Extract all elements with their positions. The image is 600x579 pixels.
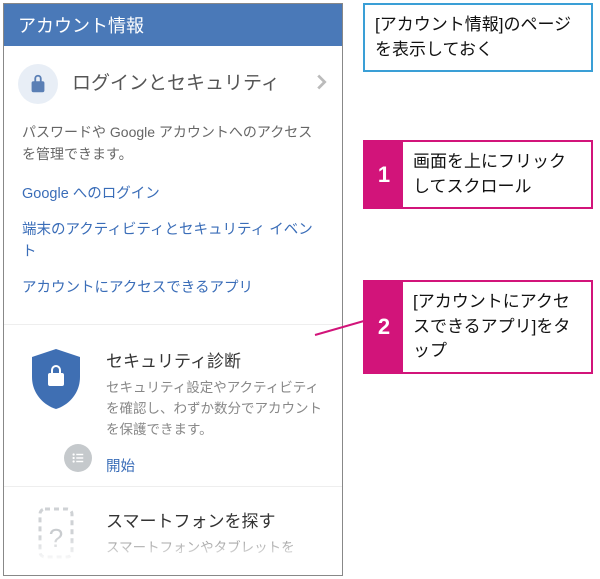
link-device-activity[interactable]: 端末のアクティビティとセキュリティ イベント bbox=[22, 213, 324, 271]
page-content: ログインとセキュリティ パスワードや Google アカウントへのアクセスを管理… bbox=[4, 46, 342, 573]
login-security-title: ログインとセキュリティ bbox=[58, 71, 310, 97]
lock-icon bbox=[18, 64, 58, 104]
shield-lock-icon bbox=[28, 347, 84, 416]
phone-screen: アカウント情報 ログインとセキュリティ パスワードや Google アカウントへ… bbox=[3, 3, 343, 576]
note-step-1: 1 画面を上にフリックしてスクロール bbox=[363, 140, 593, 209]
link-google-login[interactable]: Google へのログイン bbox=[22, 177, 324, 213]
page-title: アカウント情報 bbox=[18, 12, 144, 38]
security-checkup-body: セキュリティ設定やアクティビティを確認し、わずか数分でアカウントを保護できます。 bbox=[106, 378, 328, 441]
link-apps-access[interactable]: アカウントにアクセスできるアプリ bbox=[22, 271, 324, 307]
note-step-1-text: 画面を上にフリックしてスクロール bbox=[403, 142, 591, 207]
login-security-desc: パスワードや Google アカウントへのアクセスを管理できます。 bbox=[4, 112, 342, 171]
security-checkup-title: セキュリティ診断 bbox=[106, 347, 328, 372]
login-security-row[interactable]: ログインとセキュリティ bbox=[4, 46, 342, 112]
chevron-right-icon bbox=[310, 71, 332, 98]
find-phone-title: スマートフォンを探す bbox=[106, 507, 328, 532]
note-prerequisite: [アカウント情報]のページを表示しておく bbox=[363, 3, 593, 72]
note-step-1-number: 1 bbox=[365, 142, 403, 207]
list-icon bbox=[64, 444, 92, 472]
note-prerequisite-text: [アカウント情報]のページを表示しておく bbox=[365, 5, 591, 70]
find-phone-card: ? スマートフォンを探す スマートフォンやタブレットを bbox=[4, 486, 342, 573]
note-step-2-number: 2 bbox=[365, 282, 403, 372]
note-step-2: 2 [アカウントにアクセスできるアプリ]をタップ bbox=[363, 280, 593, 374]
find-phone-body: スマートフォンやタブレットを bbox=[106, 538, 328, 559]
page-header: アカウント情報 bbox=[4, 4, 342, 46]
login-security-links: Google へのログイン 端末のアクティビティとセキュリティ イベント アカウ… bbox=[4, 171, 342, 324]
phone-question-icon: ? bbox=[49, 523, 63, 554]
note-step-2-text: [アカウントにアクセスできるアプリ]をタップ bbox=[403, 282, 591, 372]
security-checkup-start[interactable]: 開始 bbox=[106, 455, 328, 476]
security-checkup-card: セキュリティ診断 セキュリティ設定やアクティビティを確認し、わずか数分でアカウン… bbox=[4, 324, 342, 486]
